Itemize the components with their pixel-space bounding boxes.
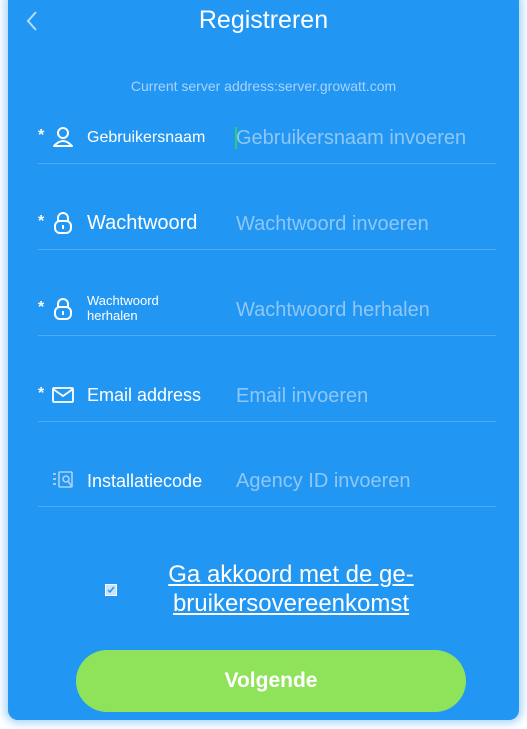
email-row: * Email address — [38, 371, 498, 422]
terms-link-line2: bruikersovereenkomst — [172, 590, 410, 617]
password-label: Wachtwoord — [87, 212, 198, 234]
terms-link[interactable]: Ga akkoord met de ge- bruikersovereenkom… — [131, 560, 451, 618]
password-repeat-row: * Wachtwoord herhalen — [38, 285, 498, 336]
user-icon — [53, 127, 73, 147]
server-address: Current server address:server.growatt.co… — [130, 78, 397, 94]
terms-link-line1: Ga akkoord met de ge- — [168, 561, 414, 588]
required-marker: * — [38, 299, 45, 316]
agency-id-input[interactable] — [236, 456, 498, 506]
install-code-label: Installatiecode — [87, 471, 203, 491]
next-button[interactable]: Volgende — [76, 650, 466, 712]
agency-icon — [53, 471, 73, 488]
password-repeat-label: Wachtwoord herhalen — [87, 293, 159, 323]
lock-icon — [54, 212, 72, 234]
email-label: Email address — [87, 385, 202, 405]
password-repeat-label-line2: herhalen — [87, 308, 138, 323]
username-input[interactable] — [236, 113, 498, 163]
envelope-icon — [52, 387, 74, 403]
text-cursor — [235, 127, 237, 149]
agreement-checkbox[interactable] — [105, 584, 117, 596]
required-marker: * — [38, 385, 45, 402]
password-repeat-label-line1: Wachtwoord — [87, 293, 159, 308]
agreement-section: Ga akkoord met de ge- bruikersovereenkom… — [105, 560, 445, 620]
email-input[interactable] — [236, 371, 498, 421]
required-marker: * — [38, 213, 45, 230]
page-title: Registreren — [198, 6, 329, 34]
required-marker: * — [38, 127, 45, 144]
checkmark-icon — [107, 586, 115, 594]
password-repeat-input[interactable] — [236, 285, 498, 335]
header-bar: Registreren — [8, 0, 519, 44]
username-label: Gebruikersnaam — [87, 129, 206, 146]
install-code-row: Installatiecode — [38, 456, 498, 507]
username-row: * Gebruikersnaam — [38, 113, 498, 164]
password-row: * Wachtwoord — [38, 199, 498, 250]
register-screen: Registreren Current server address:serve… — [8, 0, 519, 720]
password-input[interactable] — [236, 199, 498, 249]
lock-icon — [54, 298, 72, 320]
